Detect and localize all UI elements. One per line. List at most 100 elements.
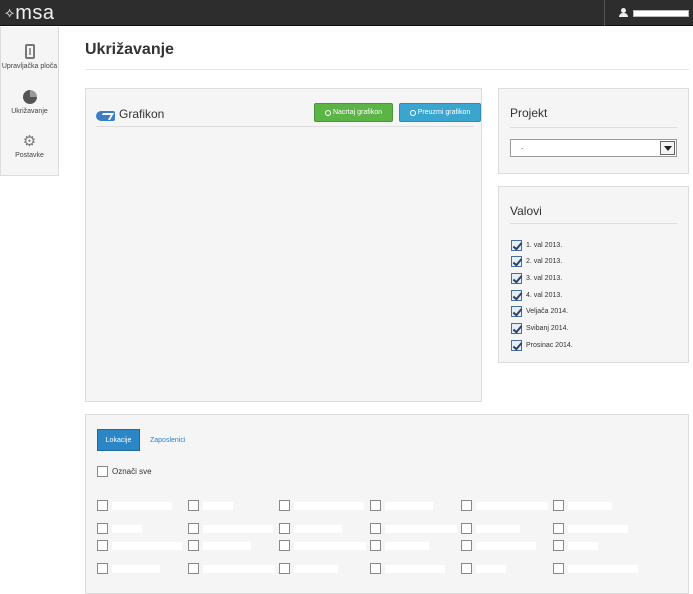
- user-menu[interactable]: [604, 0, 693, 26]
- tab-lokacije[interactable]: Lokacije: [97, 429, 140, 451]
- location-checkbox[interactable]: [461, 563, 472, 574]
- location-label-redacted: [385, 564, 445, 573]
- wave-option[interactable]: Veljača 2014.: [511, 305, 568, 317]
- location-checkbox[interactable]: [188, 563, 199, 574]
- wave-checkbox[interactable]: [511, 272, 522, 284]
- location-option[interactable]: [461, 523, 520, 534]
- wave-option[interactable]: Prosinac 2014.: [511, 339, 573, 351]
- location-option[interactable]: [461, 500, 548, 511]
- draw-chart-button[interactable]: Nacrtaj grafikon: [314, 103, 393, 122]
- location-option[interactable]: [553, 540, 598, 551]
- valovi-panel: Valovi 1. val 2013. 2. val 2013. 3. val …: [498, 186, 689, 363]
- location-option[interactable]: [553, 500, 612, 511]
- sidebar-item-label: Postavke: [15, 152, 44, 159]
- location-option[interactable]: [188, 523, 273, 534]
- location-option[interactable]: [97, 540, 182, 551]
- location-option[interactable]: [97, 500, 172, 511]
- location-option[interactable]: [188, 563, 275, 574]
- location-label-redacted: [294, 524, 342, 533]
- pie-chart-icon: [22, 90, 37, 104]
- location-label-redacted: [203, 524, 273, 533]
- sidebar-item-crosstab[interactable]: Ukrižavanje: [1, 90, 58, 116]
- location-checkbox[interactable]: [279, 500, 290, 511]
- wave-option[interactable]: 3. val 2013.: [511, 272, 562, 284]
- wave-option[interactable]: 4. val 2013.: [511, 289, 562, 301]
- location-checkbox[interactable]: [461, 540, 472, 551]
- grafikon-header: Grafikon Nacrtaj grafikon Preuzmi grafik…: [96, 103, 481, 127]
- location-label-redacted: [294, 541, 366, 550]
- filter-panel: Lokacije Zaposlenici Označi sve: [85, 414, 689, 594]
- projekt-select[interactable]: .: [510, 139, 677, 157]
- location-checkbox[interactable]: [97, 563, 108, 574]
- location-option[interactable]: [370, 523, 457, 534]
- location-label-redacted: [476, 524, 520, 533]
- location-checkbox[interactable]: [97, 500, 108, 511]
- tab-zaposlenici[interactable]: Zaposlenici: [150, 429, 185, 451]
- location-checkbox[interactable]: [553, 500, 564, 511]
- wave-checkbox[interactable]: [511, 289, 522, 301]
- sidebar-item-settings[interactable]: ⚙ Postavke: [1, 134, 58, 160]
- location-option[interactable]: [370, 540, 429, 551]
- wave-option[interactable]: 2. val 2013.: [511, 255, 562, 267]
- location-label-redacted: [294, 501, 364, 510]
- logo-text: msa: [15, 1, 55, 24]
- user-name-redacted: [633, 9, 689, 17]
- location-checkbox[interactable]: [188, 523, 199, 534]
- location-option[interactable]: [279, 500, 364, 511]
- wave-label: 3. val 2013.: [526, 274, 563, 282]
- location-option[interactable]: [370, 500, 433, 511]
- logo[interactable]: ⟡ msa: [5, 2, 55, 24]
- location-option[interactable]: [97, 523, 142, 534]
- location-option[interactable]: [370, 563, 445, 574]
- location-option[interactable]: [461, 540, 536, 551]
- wave-option[interactable]: Svibanj 2014.: [511, 322, 568, 334]
- location-option[interactable]: [553, 563, 638, 574]
- location-label-redacted: [112, 524, 142, 533]
- select-all-checkbox[interactable]: [97, 466, 108, 477]
- location-checkbox[interactable]: [370, 500, 381, 511]
- location-checkbox[interactable]: [370, 563, 381, 574]
- wave-checkbox[interactable]: [511, 322, 522, 334]
- chevron-down-icon[interactable]: [660, 141, 675, 155]
- location-option[interactable]: [461, 563, 506, 574]
- select-all-option[interactable]: Označi sve: [97, 466, 152, 477]
- location-option[interactable]: [279, 563, 338, 574]
- location-checkbox[interactable]: [279, 540, 290, 551]
- wave-checkbox[interactable]: [511, 339, 522, 351]
- location-checkbox[interactable]: [97, 540, 108, 551]
- location-option[interactable]: [188, 540, 251, 551]
- location-checkbox[interactable]: [97, 523, 108, 534]
- location-label-redacted: [476, 541, 536, 550]
- location-option[interactable]: [188, 500, 233, 511]
- sidebar-item-label: Upravljačka ploča: [1, 63, 58, 70]
- location-checkbox[interactable]: [279, 563, 290, 574]
- wave-checkbox[interactable]: [511, 255, 522, 267]
- wave-checkbox[interactable]: [511, 239, 522, 251]
- wave-option[interactable]: 1. val 2013.: [511, 239, 562, 251]
- wave-checkbox[interactable]: [511, 305, 522, 317]
- location-label-redacted: [385, 524, 457, 533]
- location-checkbox[interactable]: [553, 523, 564, 534]
- location-checkbox[interactable]: [553, 540, 564, 551]
- sidebar-item-dashboard[interactable]: Upravljačka ploča: [1, 44, 58, 71]
- download-chart-button[interactable]: Preuzmi grafikon: [399, 103, 481, 122]
- location-checkbox[interactable]: [188, 540, 199, 551]
- grafikon-title: Grafikon: [119, 107, 165, 121]
- location-checkbox[interactable]: [553, 563, 564, 574]
- wave-label: 2. val 2013.: [526, 257, 563, 265]
- location-option[interactable]: [279, 523, 342, 534]
- location-checkbox[interactable]: [279, 523, 290, 534]
- location-option[interactable]: [97, 563, 160, 574]
- location-label-redacted: [385, 501, 433, 510]
- location-checkbox[interactable]: [188, 500, 199, 511]
- location-checkbox[interactable]: [461, 523, 472, 534]
- location-checkbox[interactable]: [461, 500, 472, 511]
- location-checkbox[interactable]: [370, 523, 381, 534]
- draw-chart-label: Nacrtaj grafikon: [332, 109, 383, 116]
- location-option[interactable]: [279, 540, 366, 551]
- phone-icon: [24, 44, 35, 59]
- download-icon: [409, 109, 416, 116]
- location-option[interactable]: [553, 523, 628, 534]
- location-checkbox[interactable]: [370, 540, 381, 551]
- location-label-redacted: [568, 541, 598, 550]
